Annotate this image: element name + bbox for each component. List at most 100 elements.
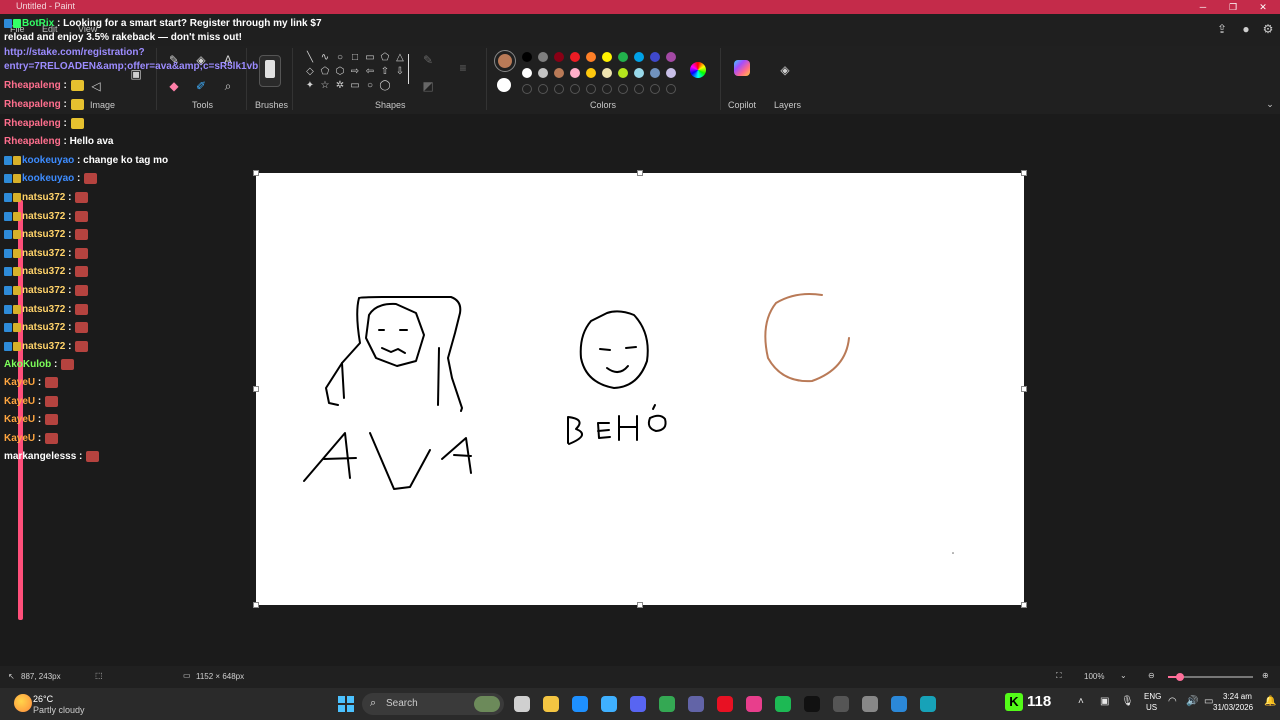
close-button[interactable]: ✕ [1248,0,1278,14]
share-icon[interactable]: ⇪ [1214,21,1230,37]
settings-app-icon[interactable] [862,696,878,712]
size-icon[interactable]: ≡ [455,60,471,76]
custom-color-slot[interactable] [634,84,644,94]
zoom-out-icon[interactable]: ⊖ [1148,671,1155,680]
account-icon[interactable]: ● [1238,21,1254,37]
chat-username[interactable]: KayeU [4,377,35,388]
outline-icon[interactable]: ✎ [420,52,436,68]
chat-username[interactable]: KayeU [4,414,35,425]
zoom-level[interactable]: 100% [1084,672,1104,681]
chat-username[interactable]: natsu372 [22,211,65,222]
copilot-icon[interactable] [734,60,750,76]
zoom-slider-thumb[interactable] [1176,673,1184,681]
chat-username[interactable]: Rheapaleng [4,99,61,110]
chat-username[interactable]: BotRix [22,18,54,29]
app-w-icon[interactable] [717,696,733,712]
color-swatch[interactable] [554,52,564,62]
chat-username[interactable]: natsu372 [22,341,65,352]
color-swatch[interactable] [634,68,644,78]
chat-username[interactable]: Rheapaleng [4,118,61,129]
resize-handle[interactable] [1021,386,1027,392]
chat-text[interactable]: http://stake.com/registration? [4,47,145,58]
chat-text[interactable]: reload and enjoy 3.5% rakeback — don't m… [4,32,242,43]
color-swatch[interactable] [666,52,676,62]
color-swatch[interactable] [554,68,564,78]
wifi-icon[interactable]: ◠ [1168,696,1177,707]
clock-date[interactable]: 31/03/2026 [1213,703,1253,712]
search-box[interactable]: ⌕ Search [362,693,504,715]
chat-username[interactable]: kookeuyao [22,173,74,184]
color-swatch[interactable] [586,68,596,78]
color-swatch[interactable] [522,68,532,78]
shape-icon[interactable]: ☆ [317,78,333,94]
discord-icon[interactable] [630,696,646,712]
chat-username[interactable]: natsu372 [22,248,65,259]
custom-color-slot[interactable] [586,84,596,94]
color-swatch[interactable] [666,68,676,78]
resize-handle[interactable] [1021,602,1027,608]
chat-username[interactable]: Rheapaleng [4,80,61,91]
shape-icon[interactable]: ✲ [332,78,348,94]
secondary-color[interactable] [497,78,511,92]
clock-time[interactable]: 3:24 am [1223,692,1252,701]
microphone-icon[interactable]: 🎙 [1121,696,1134,707]
layers-icon[interactable]: ◈ [777,62,793,78]
language-bottom[interactable]: US [1146,703,1157,712]
weather-icon[interactable] [14,694,32,712]
settings-icon[interactable]: ⚙ [1260,21,1276,37]
shape-icon[interactable]: ▭ [347,78,363,94]
chrome-icon[interactable] [659,696,675,712]
resize-handle[interactable] [637,602,643,608]
chat-username[interactable]: natsu372 [22,266,65,277]
notifications-icon[interactable]: 🔔 [1264,696,1276,707]
chat-username[interactable]: KayeU [4,433,35,444]
tray-overflow-icon[interactable]: ˄ [1078,696,1084,707]
language-top[interactable]: ENG [1144,692,1161,701]
custom-color-slot[interactable] [666,84,676,94]
obs-icon[interactable] [833,696,849,712]
notepad-icon[interactable] [891,696,907,712]
file-explorer-icon[interactable] [543,696,559,712]
custom-color-slot[interactable] [618,84,628,94]
color-swatch[interactable] [570,52,580,62]
edge-icon[interactable] [572,696,588,712]
chat-username[interactable]: AkoKulob [4,359,51,370]
custom-color-slot[interactable] [602,84,612,94]
chevron-down-icon[interactable]: ⌄ [1262,96,1278,112]
color-swatch[interactable] [650,68,660,78]
resize-handle[interactable] [637,170,643,176]
resize-handle[interactable] [253,170,259,176]
chat-username[interactable]: natsu372 [22,304,65,315]
kick-widget[interactable]: K 118 [1003,690,1055,716]
chat-username[interactable]: natsu372 [22,285,65,296]
chat-text[interactable]: entry=7RELOADEN&amp;offer=ava&amp;c=sR5l… [4,61,258,72]
custom-color-slot[interactable] [650,84,660,94]
chat-username[interactable]: natsu372 [22,229,65,240]
copilot-app-icon[interactable] [601,696,617,712]
start-button[interactable] [338,696,354,712]
color-swatch[interactable] [586,52,596,62]
tray-app-icon[interactable]: ▣ [1100,696,1109,707]
primary-color-ring[interactable] [494,50,516,72]
brushes-button[interactable] [259,55,281,87]
zoom-in-icon[interactable]: ⊕ [1262,671,1269,680]
canvas[interactable] [256,173,1024,605]
zoom-slider[interactable] [1168,673,1253,681]
color-swatch[interactable] [602,52,612,62]
custom-color-slot[interactable] [538,84,548,94]
shape-icon[interactable]: ✦ [302,78,318,94]
custom-color-slot[interactable] [554,84,564,94]
minimize-button[interactable]: ─ [1188,0,1218,14]
resize-handle[interactable] [1021,170,1027,176]
chat-username[interactable]: markangelesss [4,451,76,462]
volume-icon[interactable]: 🔊 [1186,696,1198,707]
color-swatch[interactable] [602,68,612,78]
custom-color-slot[interactable] [570,84,580,94]
edit-colors-icon[interactable] [690,62,706,78]
color-swatch[interactable] [650,52,660,62]
custom-color-slot[interactable] [522,84,532,94]
chat-username[interactable]: kookeuyao [22,155,74,166]
chat-username[interactable]: natsu372 [22,192,65,203]
spotify-icon[interactable] [775,696,791,712]
resize-handle[interactable] [253,386,259,392]
